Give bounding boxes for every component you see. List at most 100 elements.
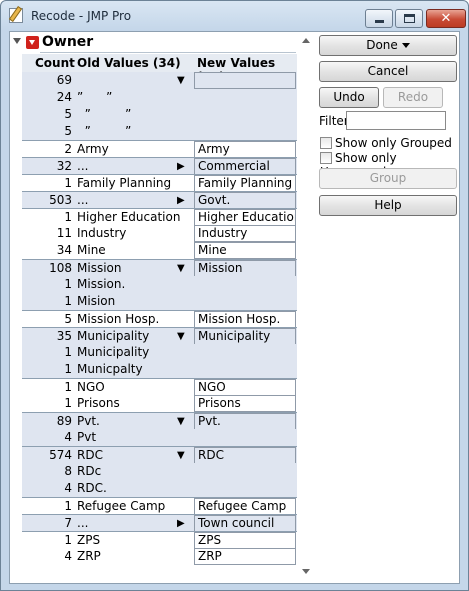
new-value-field[interactable]: Family Planning	[194, 175, 296, 192]
table-row[interactable]: 11 Industry Industry	[22, 225, 297, 242]
new-value-field[interactable]: Pvt.	[194, 413, 296, 430]
row-old-value: Refugee Camp	[77, 499, 166, 513]
table-row[interactable]: 4 RDC.	[22, 480, 297, 497]
redo-button[interactable]: Redo	[383, 87, 443, 108]
new-value-field[interactable]: Higher Education	[194, 209, 296, 226]
show-only-grouped-checkbox[interactable]	[320, 137, 332, 149]
table-row[interactable]: 5 ” ”	[22, 123, 297, 140]
row-old-value: RDC.	[77, 481, 107, 495]
table-row[interactable]: 4 Pvt	[22, 429, 297, 446]
new-value-field[interactable]: ZRP	[194, 548, 296, 565]
table-row[interactable]: 1 Family Planning Family Planning	[22, 174, 297, 192]
group-button[interactable]: Group	[319, 168, 457, 189]
table-row[interactable]: 32... ▶ Commercial	[22, 157, 297, 175]
show-only-ungrouped-checkbox[interactable]	[320, 152, 332, 164]
red-triangle-menu-icon[interactable]	[26, 36, 39, 49]
show-only-grouped-option[interactable]: Show only Grouped	[320, 136, 452, 150]
table-row[interactable]: 1 Refugee Camp Refugee Camp	[22, 497, 297, 515]
table-row[interactable]: 35 Municipality ▼ Municipality	[22, 327, 297, 345]
row-count: 2	[64, 142, 72, 156]
table-row[interactable]: 1 Mision	[22, 293, 297, 310]
collapse-group-icon[interactable]: ▼	[177, 261, 185, 276]
new-value-field[interactable]: Municipality	[194, 328, 296, 345]
row-count: 4	[64, 549, 72, 563]
table-row[interactable]: 574 RDC ▼ RDC	[22, 446, 297, 464]
count-column-header: Count	[35, 56, 75, 70]
row-old-value: Pvt.	[77, 414, 100, 428]
table-row[interactable]: 108 Mission ▼ Mission	[22, 259, 297, 277]
expand-group-icon[interactable]: ▶	[177, 516, 185, 531]
expand-group-icon[interactable]: ▶	[177, 193, 185, 208]
table-row[interactable]: 7... ▶ Town council	[22, 514, 297, 532]
row-old-value: Mission.	[77, 277, 126, 291]
row-old-value: ...	[77, 159, 89, 173]
minimize-button[interactable]	[365, 9, 393, 28]
table-row[interactable]: 5 ” ”	[22, 106, 297, 123]
table-row[interactable]: 1 Higher Education Higher Education	[22, 208, 297, 226]
table-row[interactable]: 4 ZRP ZRP	[22, 548, 297, 565]
help-button[interactable]: Help	[319, 195, 457, 216]
table-row[interactable]: 1 Prisons Prisons	[22, 395, 297, 412]
filter-input[interactable]	[346, 111, 446, 130]
table-row[interactable]: 1 Mission.	[22, 276, 297, 293]
header-divider	[40, 52, 296, 53]
table-row[interactable]: 1 NGO NGO	[22, 378, 297, 396]
table-row[interactable]: 1 ZPS ZPS	[22, 531, 297, 549]
row-count: 5	[64, 107, 72, 121]
panel-title: Owner	[42, 34, 94, 50]
collapse-group-icon[interactable]: ▼	[177, 329, 185, 344]
table-row[interactable]: 24 ” ”	[22, 89, 297, 106]
table-row[interactable]: 1 Municipality	[22, 344, 297, 361]
table-row[interactable]: 34 Mine Mine	[22, 242, 297, 259]
expand-group-icon[interactable]: ▶	[177, 159, 185, 174]
row-old-value: Mission	[77, 261, 122, 275]
new-value-field[interactable]: NGO	[194, 379, 296, 396]
collapse-group-icon[interactable]: ▼	[177, 73, 185, 88]
table-row[interactable]: 2 Army Army	[22, 140, 297, 158]
new-value-field[interactable]: Army	[194, 141, 296, 158]
owner-panel-header: Owner	[10, 32, 297, 54]
recode-window: Recode - JMP Pro ✕ Owner Count Old Value…	[0, 0, 469, 591]
row-count: 8	[64, 464, 72, 478]
collapse-disclosure-icon[interactable]	[13, 38, 21, 44]
row-old-value: Mission Hosp.	[77, 312, 160, 326]
table-row[interactable]: 8 RDc	[22, 463, 297, 480]
new-value-field[interactable]: Mine	[194, 242, 296, 259]
row-count: 35	[56, 329, 72, 343]
window-title: Recode - JMP Pro	[31, 9, 132, 23]
new-value-field[interactable]	[194, 72, 296, 89]
collapse-group-icon[interactable]: ▼	[177, 448, 185, 463]
undo-button[interactable]: Undo	[319, 87, 379, 108]
row-count: 7	[64, 516, 72, 530]
new-value-field[interactable]: Prisons	[194, 395, 296, 412]
new-value-field[interactable]: RDC	[194, 447, 296, 464]
collapse-group-icon[interactable]: ▼	[177, 414, 185, 429]
close-button[interactable]: ✕	[426, 9, 466, 28]
row-count: 503	[49, 193, 72, 207]
row-count: 11	[56, 226, 72, 240]
table-row[interactable]: 503... ▶ Govt.	[22, 191, 297, 209]
scroll-up-arrow-icon[interactable]	[302, 38, 310, 43]
title-bar[interactable]: Recode - JMP Pro ✕	[1, 1, 468, 31]
cancel-button[interactable]: Cancel	[319, 61, 457, 82]
table-row[interactable]: 69 ▼	[22, 72, 297, 89]
row-old-value: RDC	[77, 448, 103, 462]
row-count: 1	[64, 294, 72, 308]
table-row[interactable]: 5 Mission Hosp. Mission Hosp.	[22, 310, 297, 328]
vertical-scrollbar[interactable]	[300, 32, 312, 582]
new-value-field[interactable]: Town council	[194, 515, 296, 532]
new-value-field[interactable]: Refugee Camp	[194, 498, 296, 515]
row-old-value: Pvt	[77, 430, 97, 444]
new-value-field[interactable]: Mission	[194, 260, 296, 277]
table-row[interactable]: 89 Pvt. ▼ Pvt.	[22, 412, 297, 430]
new-value-field[interactable]: Commercial	[194, 158, 296, 175]
row-old-value: ” ”	[77, 124, 132, 138]
new-value-field[interactable]: Mission Hosp.	[194, 311, 296, 328]
maximize-button[interactable]	[395, 9, 423, 28]
new-value-field[interactable]: Industry	[194, 225, 296, 242]
scroll-down-arrow-icon[interactable]	[302, 569, 310, 574]
table-row[interactable]: 1 Municpalty	[22, 361, 297, 378]
done-button[interactable]: Done	[319, 35, 457, 56]
new-value-field[interactable]: Govt.	[194, 192, 296, 209]
new-value-field[interactable]: ZPS	[194, 532, 296, 549]
